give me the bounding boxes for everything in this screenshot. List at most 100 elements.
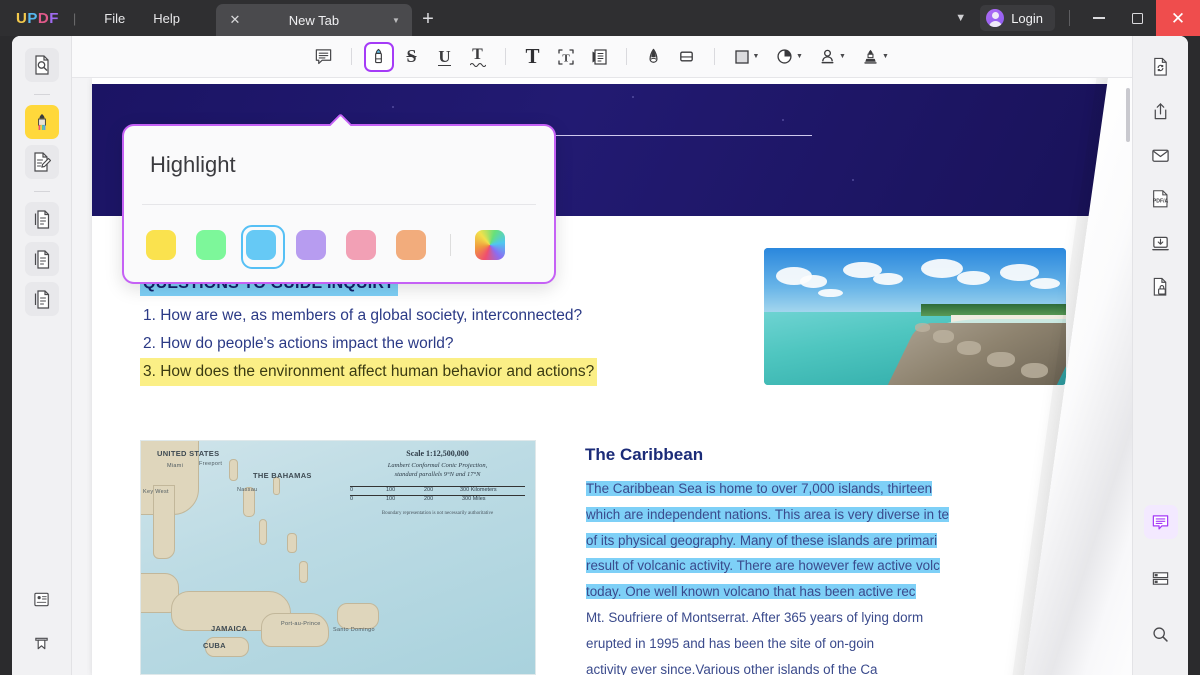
square-shape-icon xyxy=(734,49,750,65)
tool-sticker[interactable]: ▼ xyxy=(770,42,810,72)
sidebar-divider-1 xyxy=(34,94,50,95)
tool-note-comment[interactable] xyxy=(309,42,339,72)
sidebar-item-protect[interactable] xyxy=(1144,270,1178,304)
tool-shapes[interactable]: ▼ xyxy=(727,42,767,72)
color-swatch-pink[interactable] xyxy=(346,230,376,260)
list-panel-icon xyxy=(1151,569,1170,588)
tab-chevron-down-icon[interactable]: ▼ xyxy=(392,16,400,25)
share-upload-icon xyxy=(1151,101,1170,121)
tool-stamp[interactable]: ▼ xyxy=(813,42,853,72)
window-body: S U T T T xyxy=(12,36,1188,675)
article-line: of its physical geography. Many of these… xyxy=(585,528,1047,554)
map-projection-line-1: Lambert Conformal Conic Projection, xyxy=(388,462,487,469)
article-line: The Caribbean Sea is home to over 7,000 … xyxy=(585,476,1047,502)
sidebar-item-search-panel[interactable] xyxy=(1144,617,1178,651)
article-heading: The Caribbean xyxy=(585,445,703,465)
eraser-icon xyxy=(677,47,696,66)
map-km-ticks: 0 100 200 300 Kilometers xyxy=(350,487,525,495)
article-line: erupted in 1995 and has been the site of… xyxy=(585,631,1047,657)
window-close-button[interactable]: ✕ xyxy=(1156,0,1200,36)
color-swatch-blue-selected[interactable] xyxy=(246,230,276,260)
download-tray-icon xyxy=(1151,234,1170,253)
minimize-button[interactable] xyxy=(1080,0,1118,36)
sidebar-item-annotate-highlight[interactable] xyxy=(25,105,59,139)
left-sidebar-bottom xyxy=(25,585,59,675)
search-icon xyxy=(1151,625,1170,644)
highlight-color-popup[interactable]: Highlight xyxy=(122,124,556,284)
color-swatch-yellow[interactable] xyxy=(146,230,176,260)
sidebar-item-pdf-a[interactable]: PDF/A xyxy=(1144,182,1178,216)
color-swatch-green[interactable] xyxy=(196,230,226,260)
tool-strikethrough[interactable]: S xyxy=(397,42,427,72)
sidebar-item-form-card[interactable] xyxy=(25,585,59,613)
popup-notch xyxy=(329,113,351,126)
title-bar-right: ▼ Login ✕ xyxy=(941,0,1200,36)
sidebar-item-page-tool-1[interactable] xyxy=(25,202,59,236)
tab-new-tab[interactable]: ✕ New Tab ▼ xyxy=(216,4,412,36)
login-button[interactable]: Login xyxy=(980,5,1055,31)
squiggly-underline-icon: T xyxy=(470,47,486,67)
text-t-icon: T xyxy=(525,44,539,69)
tool-squiggly-underline[interactable]: T xyxy=(463,42,493,72)
menu-help[interactable]: Help xyxy=(139,6,194,31)
login-label: Login xyxy=(1011,11,1043,26)
map-label: Port-au-Prince xyxy=(281,621,321,627)
text-callout-icon xyxy=(589,47,609,67)
tool-signature[interactable]: ▼ xyxy=(856,42,896,72)
sidebar-item-page-tool-2[interactable] xyxy=(25,242,59,276)
sidebar-item-comments-panel[interactable] xyxy=(1144,505,1178,539)
tool-text-callout[interactable] xyxy=(584,42,614,72)
sidebar-item-edit-document[interactable] xyxy=(25,145,59,179)
tool-text-box[interactable]: T xyxy=(551,42,581,72)
color-swatch-purple[interactable] xyxy=(296,230,326,260)
document-pencil-icon xyxy=(33,152,51,172)
sidebar-item-thumbnails-panel[interactable] xyxy=(1144,561,1178,595)
document-lock-icon xyxy=(1151,277,1170,297)
map-label: THE BAHAMAS xyxy=(253,471,312,480)
toolbar-divider-4 xyxy=(714,48,715,65)
svg-text:T: T xyxy=(562,52,570,64)
map-projection-line-2: standard parallels 9°N and 17°N xyxy=(395,471,481,478)
menu-file[interactable]: File xyxy=(90,6,139,31)
shapes-chevron-down-icon[interactable]: ▼ xyxy=(753,53,760,60)
sidebar-item-page-tool-3[interactable] xyxy=(25,282,59,316)
sticker-chevron-down-icon[interactable]: ▼ xyxy=(796,53,803,60)
stamp-chevron-down-icon[interactable]: ▼ xyxy=(839,53,846,60)
tab-close-icon[interactable]: ✕ xyxy=(226,11,244,29)
swatch-divider xyxy=(450,234,451,256)
app-logo: UPDF xyxy=(16,10,59,27)
tool-eraser[interactable] xyxy=(672,42,702,72)
maximize-icon xyxy=(1132,13,1143,24)
map-label: Santo Domingo xyxy=(333,627,375,633)
sidebar-item-bookmark[interactable] xyxy=(25,629,59,657)
new-tab-plus-icon[interactable]: + xyxy=(412,4,444,36)
logo-separator: | xyxy=(73,11,76,26)
avatar-icon xyxy=(986,9,1004,27)
id-card-icon xyxy=(33,591,50,608)
sidebar-item-share[interactable] xyxy=(1144,94,1178,128)
sidebar-item-convert-pdf[interactable] xyxy=(1144,50,1178,84)
vertical-scrollbar[interactable] xyxy=(1126,88,1130,142)
overflow-chevron-down-icon[interactable]: ▼ xyxy=(941,6,980,30)
map-label: UNITED STATES xyxy=(157,449,219,458)
sidebar-item-save-download[interactable] xyxy=(1144,226,1178,260)
color-swatch-orange[interactable] xyxy=(396,230,426,260)
maximize-button[interactable] xyxy=(1118,0,1156,36)
signature-chevron-down-icon[interactable]: ▼ xyxy=(882,53,889,60)
tool-highlight[interactable] xyxy=(364,42,394,72)
title-bar-divider xyxy=(1069,10,1070,26)
sidebar-item-reader-search[interactable] xyxy=(25,48,59,82)
tool-add-text[interactable]: T xyxy=(518,42,548,72)
tool-underline[interactable]: U xyxy=(430,42,460,72)
comment-icon xyxy=(1151,513,1170,532)
stamp-person-icon xyxy=(819,48,836,65)
map-disclaimer: Boundary representation is not necessari… xyxy=(350,511,525,516)
document-pages-icon xyxy=(33,209,51,229)
tool-pen[interactable] xyxy=(639,42,669,72)
custom-color-picker[interactable] xyxy=(475,230,505,260)
bookmark-icon xyxy=(33,635,50,652)
sidebar-item-email[interactable] xyxy=(1144,138,1178,172)
highlighter-icon xyxy=(369,47,388,66)
article-line: which are independent nations. This area… xyxy=(585,502,1047,528)
highlighter-icon xyxy=(32,112,52,132)
